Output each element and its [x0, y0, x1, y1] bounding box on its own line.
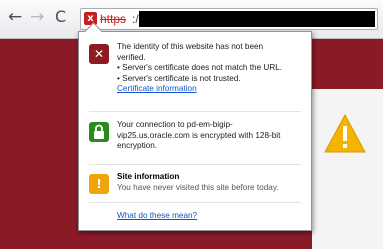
exclamation-icon: !: [89, 174, 109, 194]
identity-line-2: verified.: [117, 52, 146, 62]
identity-line-1: The identity of this website has not bee…: [117, 42, 264, 51]
reload-button[interactable]: C: [55, 8, 66, 26]
connection-line-1: Your connection to pd-em-bigip-: [117, 120, 233, 129]
url-scheme: https: [100, 12, 127, 26]
site-information-section: ! Site information You have never visite…: [89, 172, 307, 202]
site-info-popup: ✕ The identity of this website has not b…: [78, 22, 312, 231]
divider: [89, 111, 301, 112]
forward-button[interactable]: →: [30, 8, 44, 26]
redacted-url: [139, 11, 375, 27]
url-separator: :/: [132, 12, 139, 26]
back-button[interactable]: ←: [8, 8, 22, 26]
divider: [89, 202, 301, 203]
identity-line-4: • Server's certificate is not trusted.: [117, 73, 241, 83]
broken-certificate-icon: ✕: [89, 44, 109, 64]
connection-line-2: vip25.us.oracle.com is encrypted with 12…: [117, 130, 281, 140]
padlock-icon: [89, 122, 109, 142]
identity-section: ✕ The identity of this website has not b…: [89, 42, 307, 114]
identity-line-3: • Server's certificate does not match th…: [117, 63, 283, 72]
site-information-title: Site information: [117, 172, 180, 181]
connection-section: Your connection to pd-em-bigip- vip25.us…: [89, 120, 307, 160]
address-bar[interactable]: x https :/: [80, 8, 378, 30]
connection-line-3: encryption.: [117, 141, 158, 150]
warning-triangle-icon: [324, 113, 366, 153]
what-do-these-mean-link[interactable]: What do these mean?: [117, 210, 197, 221]
site-information-text: You have never visited this site before …: [117, 182, 279, 192]
divider: [89, 164, 301, 165]
certificate-information-link[interactable]: Certificate information: [117, 84, 311, 95]
